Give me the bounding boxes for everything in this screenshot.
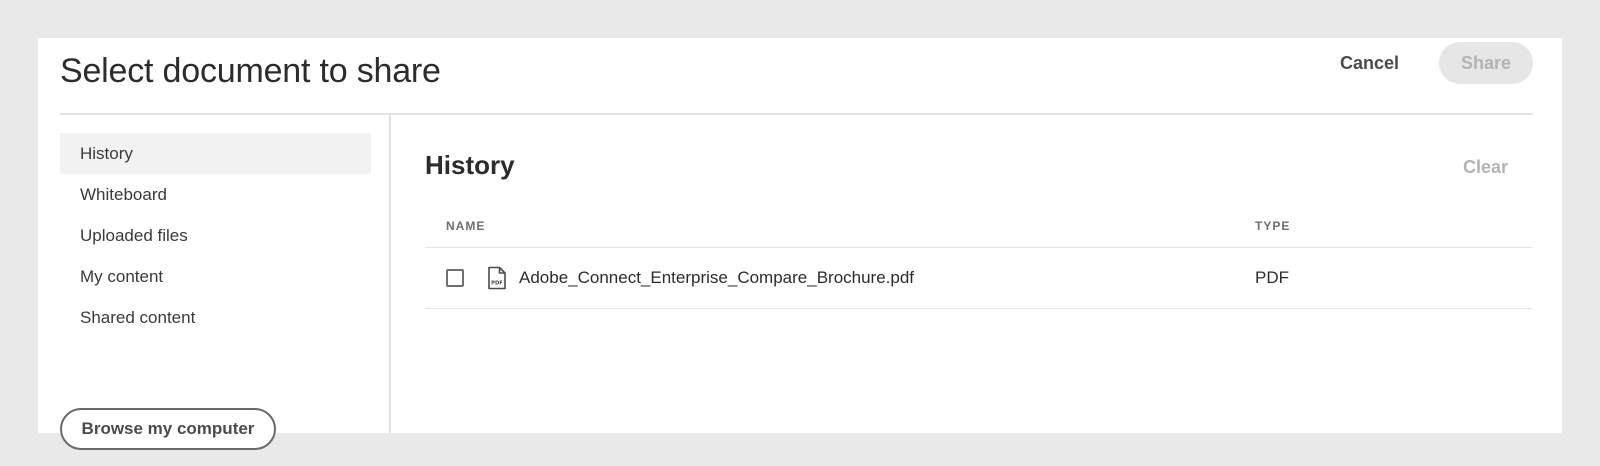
clear-button[interactable]: Clear xyxy=(1463,157,1508,178)
file-type: PDF xyxy=(1255,268,1289,287)
history-panel: History Clear NAME TYPE PDF Adobe_Connec… xyxy=(425,115,1532,433)
row-checkbox[interactable] xyxy=(446,269,464,287)
cancel-button[interactable]: Cancel xyxy=(1340,50,1399,76)
sidebar-item-shared-content[interactable]: Shared content xyxy=(60,297,371,338)
panel-title: History xyxy=(425,150,515,180)
sidebar-item-uploaded-files[interactable]: Uploaded files xyxy=(60,215,371,256)
sidebar-item-whiteboard[interactable]: Whiteboard xyxy=(60,174,371,215)
column-header-type[interactable]: TYPE xyxy=(1255,219,1290,233)
dialog-title: Select document to share xyxy=(60,52,441,90)
share-document-dialog: Select document to share Cancel Share Hi… xyxy=(38,38,1562,450)
pdf-file-icon: PDF xyxy=(487,266,507,290)
share-button[interactable]: Share xyxy=(1439,42,1533,84)
table-header: NAME TYPE xyxy=(425,210,1532,248)
sidebar-item-my-content[interactable]: My content xyxy=(60,256,371,297)
sidebar-item-history[interactable]: History xyxy=(60,133,371,174)
column-header-name[interactable]: NAME xyxy=(446,219,485,233)
file-table: NAME TYPE PDF Adobe_Connect_Enterprise_C… xyxy=(425,210,1532,309)
sidebar: History Whiteboard Uploaded files My con… xyxy=(60,115,391,450)
browse-my-computer-button[interactable]: Browse my computer xyxy=(60,408,276,450)
sidebar-list: History Whiteboard Uploaded files My con… xyxy=(60,133,371,338)
file-name[interactable]: Adobe_Connect_Enterprise_Compare_Brochur… xyxy=(519,268,914,288)
table-row[interactable]: PDF Adobe_Connect_Enterprise_Compare_Bro… xyxy=(425,248,1532,309)
svg-text:PDF: PDF xyxy=(491,281,503,287)
